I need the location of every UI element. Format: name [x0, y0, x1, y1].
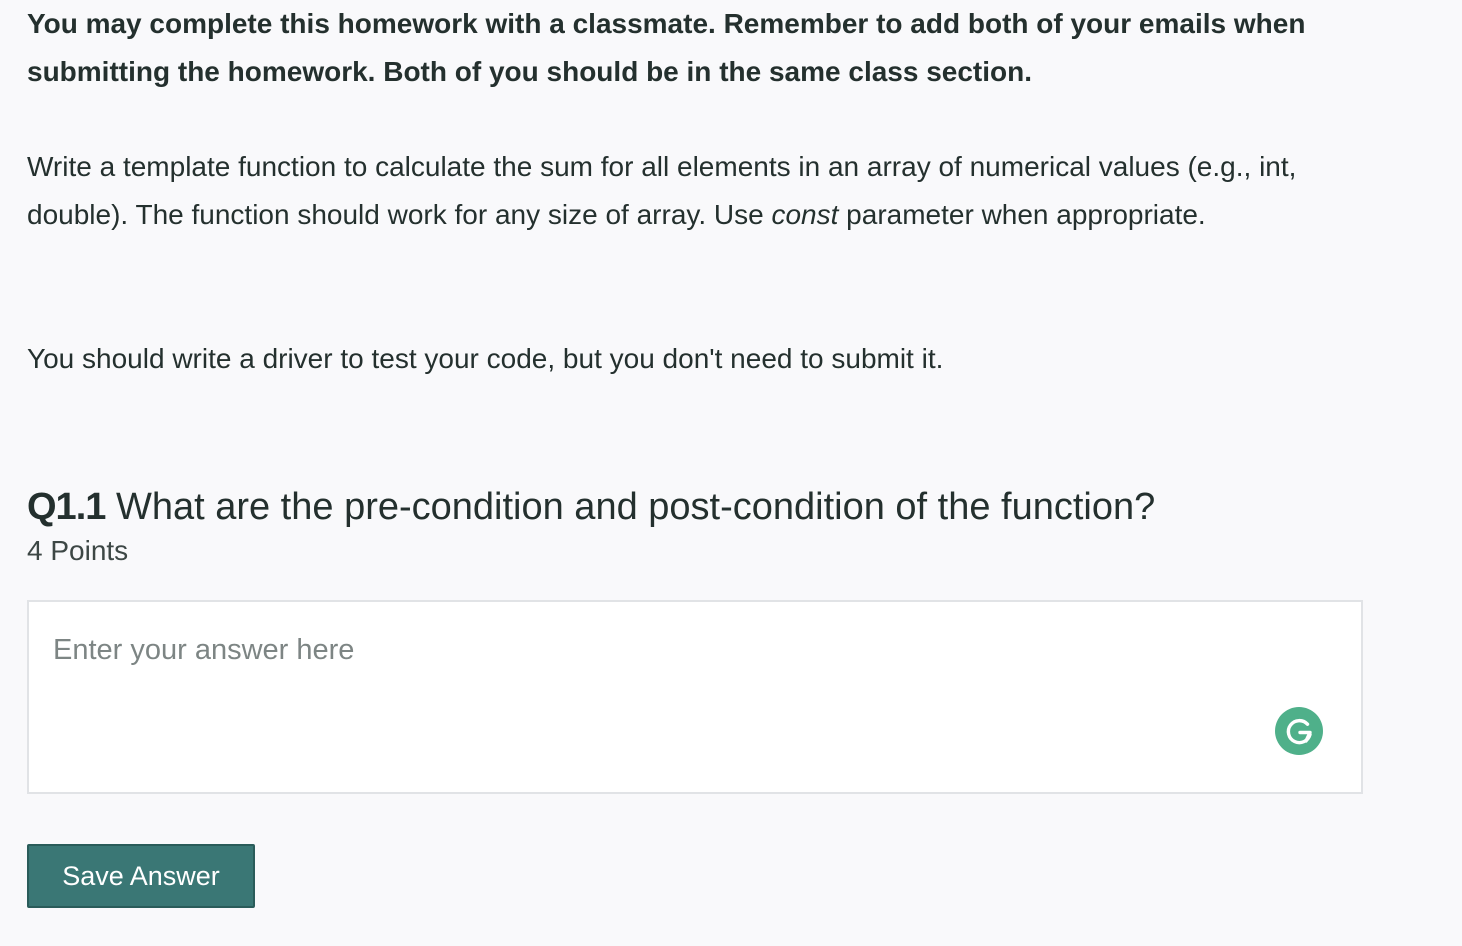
question-points: 4 Points	[27, 535, 129, 566]
instructions-paragraph: Write a template function to calculate t…	[27, 143, 1367, 239]
question-title: What are the pre-condition and post-cond…	[115, 486, 1156, 528]
instructions-text-end: parameter when appropriate.	[838, 199, 1206, 230]
driver-note: You should write a driver to test your c…	[27, 343, 944, 374]
question-page: You may complete this homework with a cl…	[0, 0, 1462, 946]
answer-input[interactable]	[29, 602, 1361, 792]
save-answer-button[interactable]: Save Answer	[27, 844, 255, 908]
answer-box	[27, 600, 1363, 794]
instructions-const-keyword: const	[771, 199, 839, 230]
intro-notice: You may complete this homework with a cl…	[27, 8, 1306, 87]
grammarly-icon[interactable]	[1275, 707, 1323, 755]
question-heading: Q1.1 What are the pre-condition and post…	[27, 480, 1155, 534]
question-number: Q1.1	[27, 486, 106, 528]
